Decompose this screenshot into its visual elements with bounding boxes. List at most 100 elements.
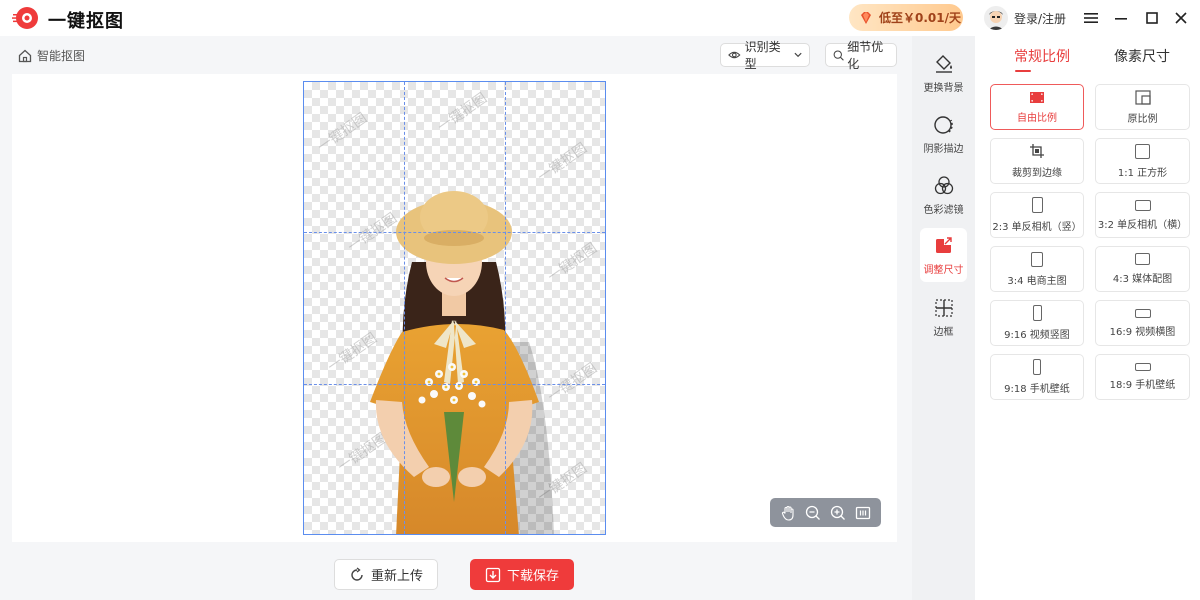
ratio-free[interactable]: 自由比例 [990,84,1084,130]
ratio-label: 18:9 手机壁纸 [1109,380,1176,391]
ratio-label: 自由比例 [1017,112,1057,124]
portrait-rect-icon [1032,305,1042,321]
tool-label: 阴影描边 [923,143,964,155]
tool-sidebar: 更换背景 阴影描边 色彩滤镜 调整尺寸 边框 [912,36,975,600]
ratio-2-3[interactable]: 2:3 单反相机（竖） [990,192,1084,238]
promo-badge[interactable]: 低至￥0.01/天 [849,4,963,31]
breadcrumb-label: 智能抠图 [37,49,86,63]
ratio-label: 9:16 视频竖图 [1004,330,1070,341]
ratio-label: 1:1 正方形 [1117,167,1168,179]
tool-change-background[interactable]: 更换背景 [920,46,967,100]
ratio-18-9[interactable]: 18:9 手机壁纸 [1095,354,1190,400]
ratio-label: 2:3 单反相机（竖） [992,222,1082,233]
grid-line [304,232,605,233]
hand-pan-button[interactable] [778,503,798,523]
eye-icon [728,51,741,59]
tool-label: 调整尺寸 [923,264,964,276]
ratio-16-9[interactable]: 16:9 视频横图 [1095,300,1190,346]
crop-icon [1030,144,1044,158]
ratio-3-2[interactable]: 3:2 单反相机（横） [1095,192,1190,238]
zoom-in-button[interactable] [828,503,848,523]
subject-photo [370,191,554,534]
portrait-rect-icon [1031,251,1043,267]
ratio-3-4[interactable]: 3:4 电商主图 [990,246,1084,292]
ratio-4-3[interactable]: 4:3 媒体配图 [1095,246,1190,292]
minimize-icon [1115,18,1127,20]
ratio-crop-to-edge[interactable]: 裁剪到边缘 [990,138,1084,184]
tool-label: 更换背景 [923,82,964,94]
ratio-label: 9:18 手机壁纸 [1004,384,1070,395]
home-icon [18,49,32,62]
landscape-rect-icon [1134,363,1151,371]
tool-label: 边框 [933,326,954,338]
zoom-out-button[interactable] [803,503,823,523]
tab-standard-ratio[interactable]: 常规比例 [1014,46,1070,66]
avatar-icon [984,6,1008,30]
free-ratio-icon [1030,91,1044,103]
fit-screen-icon [855,506,870,519]
grid-line [505,82,506,534]
ratio-label: 3:4 电商主图 [1007,275,1067,287]
maximize-button[interactable] [1141,7,1163,29]
tool-shadow-outline[interactable]: 阴影描边 [920,107,967,161]
close-button[interactable] [1170,7,1192,29]
login-register-link[interactable]: 登录/注册 [1014,10,1066,27]
portrait-rect-icon [1031,197,1043,213]
tool-label: 色彩滤镜 [923,204,964,216]
chevron-down-icon [794,52,802,58]
app-title: 一键抠图 [48,11,124,32]
reupload-button[interactable]: 重新上传 [334,559,438,590]
title-bar: 一键抠图 低至￥0.01/天 登录/注册 [0,0,1200,36]
paint-bucket-icon [935,54,952,73]
refresh-icon [351,566,363,581]
zoom-in-icon [830,505,845,520]
detail-optimize-button[interactable]: 细节优化 [825,40,897,71]
download-save-button[interactable]: 下载保存 [470,559,574,590]
tool-border[interactable]: 边框 [920,290,967,344]
portrait-rect-icon [1033,359,1041,375]
ratio-label: 裁剪到边缘 [1012,168,1062,179]
download-icon [485,567,501,582]
grid-line [304,384,605,385]
hand-icon [782,505,794,521]
close-icon [1175,12,1187,24]
fit-screen-button[interactable] [853,503,873,523]
detail-optimize-label: 细节优化 [847,40,884,71]
ratio-9-18[interactable]: 9:18 手机壁纸 [990,354,1084,400]
resize-icon [935,236,952,253]
grid-line [404,82,405,534]
ratio-original[interactable]: 原比例 [1095,84,1190,130]
recognize-type-label: 识别类型 [744,40,781,71]
tool-color-filter[interactable]: 色彩滤镜 [920,168,967,222]
maximize-icon [1146,12,1158,24]
app-logo-icon [12,7,38,29]
zoom-out-icon [805,505,821,520]
image-preview[interactable]: 一键抠图 一键抠图 一键抠图 一键抠图 一键抠图 一键抠图 一键抠图 一键抠图 … [303,81,606,535]
zoom-toolbar [770,498,881,527]
ratio-1-1[interactable]: 1:1 正方形 [1095,138,1190,184]
ratio-label: 3:2 单反相机（横） [1097,219,1188,231]
magnifier-icon [833,49,844,61]
avatar[interactable] [984,6,1008,30]
border-grid-icon [934,298,953,317]
tab-pixel-size[interactable]: 像素尺寸 [1114,46,1170,66]
color-filter-icon [934,175,953,194]
shadow-circle-icon [933,115,953,134]
minimize-button[interactable] [1110,7,1132,29]
landscape-rect-icon [1134,308,1151,318]
promo-text: 低至￥0.01/天 [879,11,961,25]
menu-button[interactable] [1080,7,1102,29]
ratio-9-16[interactable]: 9:16 视频竖图 [990,300,1084,346]
gem-icon [861,11,871,24]
landscape-rect-icon [1135,253,1150,265]
original-ratio-icon [1134,89,1151,105]
ratio-label: 4:3 媒体配图 [1112,274,1173,285]
square-icon [1135,143,1150,159]
breadcrumb[interactable]: 智能抠图 [18,47,85,64]
active-tab-indicator [1015,70,1031,72]
recognize-type-dropdown[interactable]: 识别类型 [720,40,810,71]
download-save-label: 下载保存 [506,569,559,584]
ratio-label: 原比例 [1127,113,1158,125]
tool-resize[interactable]: 调整尺寸 [920,228,967,282]
ratio-label: 16:9 视频横图 [1109,326,1176,338]
